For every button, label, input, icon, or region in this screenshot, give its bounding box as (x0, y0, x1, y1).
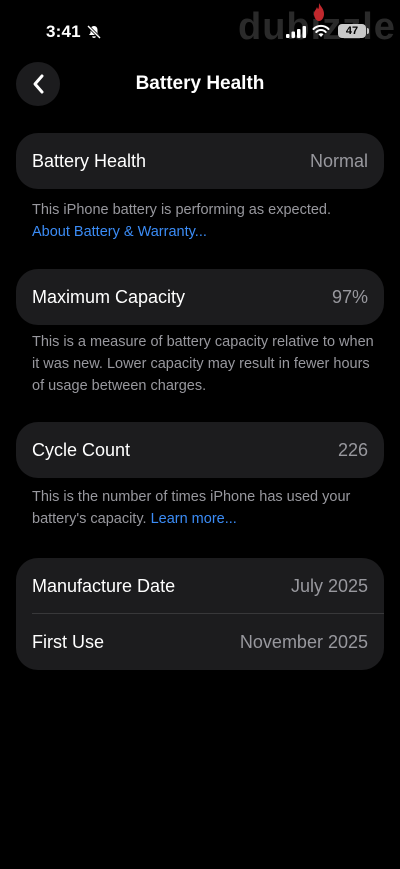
page-title: Battery Health (135, 73, 265, 94)
maximum-capacity-note: This is a measure of battery capacity re… (32, 334, 374, 394)
first-use-row: First Use November 2025 (16, 614, 384, 670)
first-use-value: November 2025 (239, 631, 368, 652)
maximum-capacity-value: 97% (331, 286, 368, 307)
manufacture-date-value: July 2025 (290, 575, 368, 596)
bell-slash-icon (86, 24, 102, 40)
battery-health-value: Normal (309, 150, 368, 171)
wifi-icon (312, 24, 330, 37)
cycle-count-row: Cycle Count 226 (16, 422, 384, 478)
manufacture-date-row: Manufacture Date July 2025 (16, 558, 384, 614)
cellular-signal-icon (286, 26, 306, 38)
cycle-count-value: 226 (337, 439, 368, 460)
battery-health-note: This iPhone battery is performing as exp… (32, 199, 382, 243)
maximum-capacity-card: Maximum Capacity 97% (16, 269, 384, 325)
manufacture-date-label: Manufacture Date (32, 575, 176, 596)
maximum-capacity-label: Maximum Capacity (32, 286, 186, 307)
battery-health-description: This iPhone battery is performing as exp… (32, 202, 332, 218)
battery-indicator: 47 (338, 24, 369, 38)
cycle-count-label: Cycle Count (32, 439, 131, 460)
status-time: 3:41 (46, 22, 81, 41)
battery-health-row: Battery Health Normal (16, 133, 384, 189)
first-use-label: First Use (32, 631, 104, 652)
battery-health-label: Battery Health (32, 150, 147, 171)
learn-more-link[interactable]: Learn more... (151, 511, 237, 527)
cycle-count-note: This is the number of times iPhone has u… (32, 486, 382, 530)
maximum-capacity-row: Maximum Capacity 97% (16, 269, 384, 325)
cycle-count-card: Cycle Count 226 (16, 422, 384, 478)
about-battery-warranty-link[interactable]: About Battery & Warranty... (32, 224, 207, 240)
flame-logo-icon (314, 3, 324, 21)
status-bar: 3:41 dubizzle 47 (0, 0, 400, 64)
battery-health-card: Battery Health Normal (16, 133, 384, 189)
dates-card: Manufacture Date July 2025 First Use Nov… (16, 558, 384, 670)
